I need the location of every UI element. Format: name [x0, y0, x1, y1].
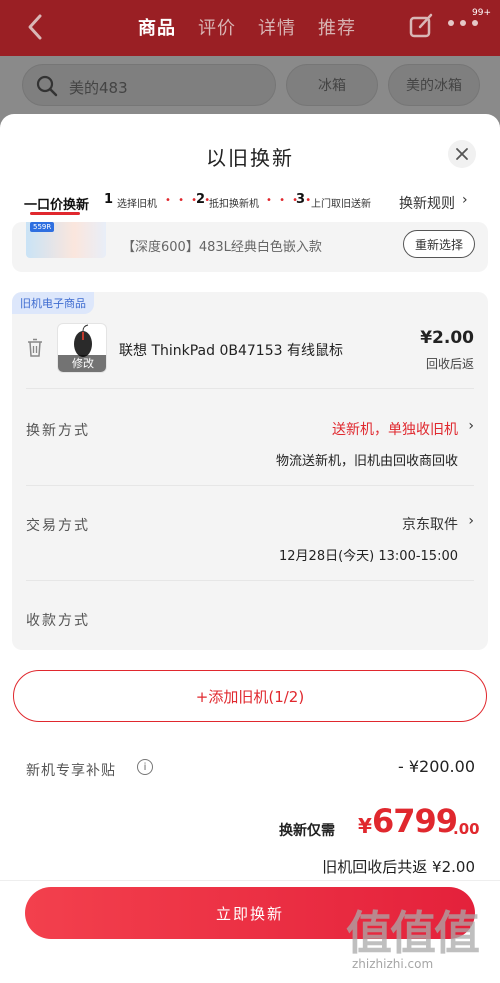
- step-mode-label[interactable]: 一口价换新: [24, 194, 89, 213]
- step-1-label: 选择旧机: [117, 199, 157, 210]
- exchange-method-value[interactable]: 送新机，单独收旧机: [332, 419, 458, 439]
- more-dots-icon[interactable]: [448, 20, 484, 32]
- watermark-logo: 值值值: [346, 906, 480, 960]
- old-device-image[interactable]: 修改: [57, 323, 107, 373]
- info-icon[interactable]: i: [137, 759, 153, 775]
- footer-divider: [0, 880, 500, 881]
- trash-icon[interactable]: [26, 338, 44, 358]
- pickup-time: 12月28日(今天) 13:00-15:00: [279, 549, 458, 564]
- step-dots-1: • • • •: [165, 195, 213, 206]
- share-icon[interactable]: [408, 12, 434, 40]
- step-dots-2: • • • •: [266, 195, 314, 206]
- search-chip-fridge[interactable]: 冰箱: [286, 64, 378, 106]
- trade-in-rules-link[interactable]: 换新规则: [399, 193, 455, 213]
- trade-in-steps: 一口价换新 1 选择旧机 • • • • 2 抵扣换新机 • • • • 3 上…: [24, 192, 484, 215]
- subsidy-value: - ¥200.00: [397, 757, 475, 776]
- new-product-name: 【深度600】483L经典白色嵌入款: [122, 240, 322, 255]
- search-query: 美的483: [69, 79, 128, 97]
- search-chip-midea-fridge[interactable]: 美的冰箱: [388, 64, 480, 106]
- total-currency: ¥: [358, 814, 372, 838]
- total-label: 换新仅需: [279, 823, 335, 839]
- back-arrow-icon[interactable]: [22, 12, 48, 42]
- reselect-button[interactable]: 重新选择: [403, 230, 475, 258]
- active-mode-underline: [30, 212, 80, 215]
- tab-recommend[interactable]: 推荐: [318, 14, 356, 40]
- transaction-method-value[interactable]: 京东取件: [402, 514, 458, 534]
- card-divider: [26, 388, 474, 389]
- tab-details[interactable]: 详情: [258, 14, 296, 40]
- step-3-label: 上门取旧送新: [311, 199, 371, 210]
- total-price-integer: 6799: [372, 802, 458, 840]
- total-price-decimal: .00: [453, 820, 480, 838]
- chevron-right-icon: ›: [462, 192, 468, 208]
- message-badge: 99+: [472, 8, 491, 18]
- transaction-method-label: 交易方式: [26, 518, 90, 534]
- old-device-name: 联想 ThinkPad 0B47153 有线鼠标: [119, 343, 343, 359]
- watermark: 值值值 zhizhizhi.com: [346, 897, 496, 977]
- add-old-device-button[interactable]: +添加旧机(1/2): [13, 670, 487, 722]
- search-row: 美的483 冰箱 美的冰箱: [0, 56, 500, 118]
- old-device-price-hint: 回收后返: [425, 357, 474, 371]
- old-device-price: ¥2.00: [420, 328, 474, 348]
- step-2-number: 2: [196, 192, 206, 207]
- step-1-number: 1: [104, 192, 114, 207]
- selected-new-product: 559R 【深度600】483L经典白色嵌入款 重新选择: [12, 222, 488, 272]
- tab-product[interactable]: 商品: [138, 14, 176, 40]
- chevron-right-icon: ›: [468, 513, 474, 529]
- search-input[interactable]: 美的483: [22, 64, 276, 106]
- product-tabs: 商品 评价 详情 推荐: [138, 14, 356, 40]
- step-2-label: 抵扣换新机: [209, 199, 259, 210]
- step-3-number: 3: [296, 192, 306, 207]
- mouse-icon: [74, 324, 92, 357]
- thumbnail-tag: 559R: [30, 222, 55, 232]
- tab-reviews[interactable]: 评价: [198, 14, 236, 40]
- sheet-title: 以旧换新: [206, 146, 294, 170]
- card-divider: [26, 485, 474, 486]
- subsidy-label: 新机专享补贴: [26, 763, 116, 779]
- old-device-category-tag: 旧机电子商品: [12, 292, 94, 314]
- search-icon: [36, 75, 58, 97]
- chevron-right-icon: ›: [468, 418, 474, 434]
- modify-overlay[interactable]: 修改: [58, 355, 106, 372]
- close-icon[interactable]: [448, 140, 476, 168]
- watermark-site: zhizhizhi.com: [352, 957, 434, 971]
- exchange-method-detail: 物流送新机，旧机由回收商回收: [275, 454, 458, 469]
- exchange-method-label: 换新方式: [26, 423, 90, 439]
- trade-in-sheet: 以旧换新 一口价换新 1 选择旧机 • • • • 2 抵扣换新机 • • • …: [0, 114, 500, 983]
- payment-method-label[interactable]: 收款方式: [26, 610, 90, 630]
- card-divider: [26, 580, 474, 581]
- old-device-card: 旧机电子商品 修改 联想 ThinkPad 0B47153 有线鼠标 ¥2.00…: [12, 292, 488, 650]
- top-navigation-bar: 商品 评价 详情 推荐 99+: [0, 0, 500, 56]
- refund-summary: 旧机回收后共返 ¥2.00: [322, 858, 475, 876]
- new-product-thumbnail: 559R: [26, 222, 106, 258]
